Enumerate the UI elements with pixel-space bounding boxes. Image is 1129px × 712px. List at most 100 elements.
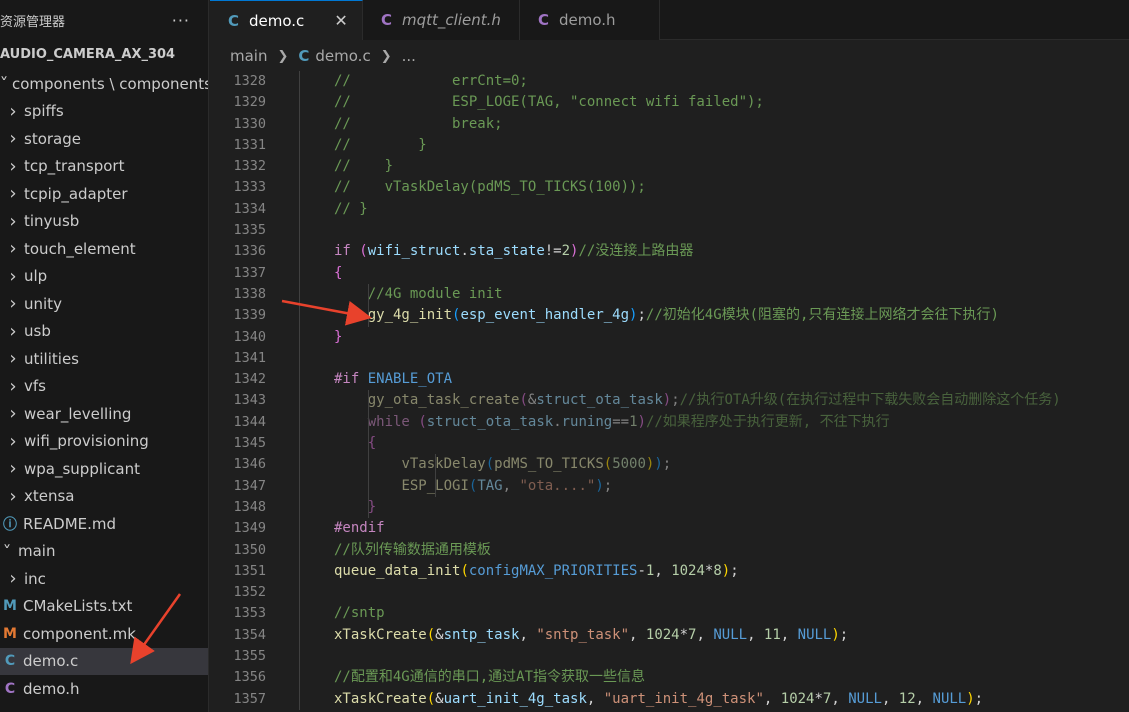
code-line[interactable]: 1354 xTaskCreate(&sntp_task, "sntp_task",… bbox=[210, 624, 1129, 647]
tree-folder[interactable]: › wpa_supplicant bbox=[0, 455, 208, 483]
tree-file[interactable]: Mcomponent.mk bbox=[0, 620, 208, 648]
code-editor[interactable]: 1328 // errCnt=0; 1329 // ESP_LOGE(TAG, "co… bbox=[210, 71, 1129, 712]
code-token: //sntp bbox=[334, 605, 385, 622]
code-line[interactable]: 1329 // ESP_LOGE(TAG, "connect wifi faile… bbox=[210, 92, 1129, 114]
code-line[interactable]: 1340} bbox=[210, 326, 1129, 348]
tree-folder[interactable]: › tinyusb bbox=[0, 208, 208, 236]
code-line[interactable]: 1338 //4G module init bbox=[210, 283, 1129, 306]
chevron-right-icon[interactable]: › bbox=[6, 183, 20, 204]
editor-tab[interactable]: Cmqtt_client.h bbox=[363, 0, 520, 40]
chevron-right-icon[interactable]: › bbox=[6, 403, 20, 424]
line-number: 1356 bbox=[233, 669, 266, 686]
close-icon[interactable]: ✕ bbox=[334, 11, 347, 30]
chevron-down-icon[interactable]: ˅ bbox=[0, 74, 8, 93]
line-number: 1353 bbox=[233, 605, 266, 622]
chevron-right-icon[interactable]: › bbox=[6, 238, 20, 259]
tree-file[interactable] bbox=[0, 703, 208, 712]
chevron-right-icon[interactable]: › bbox=[6, 458, 20, 479]
code-line[interactable]: 1335 bbox=[210, 220, 1129, 242]
code-line[interactable]: 1355 bbox=[210, 646, 1129, 668]
code-line[interactable]: 1345 { bbox=[210, 433, 1129, 455]
tree-folder[interactable]: › tcpip_adapter bbox=[0, 180, 208, 208]
code-token: ; bbox=[603, 477, 613, 494]
code-text: if (wifi_struct.sta_state!=2)//没连接上路由器 bbox=[266, 241, 693, 262]
code-line[interactable]: 1348 } bbox=[210, 496, 1129, 519]
chevron-right-icon[interactable]: › bbox=[6, 321, 20, 342]
code-line[interactable]: 1347 ESP_LOGI(TAG, "ota...."); bbox=[210, 475, 1129, 497]
code-line[interactable]: 1353 //sntp bbox=[210, 603, 1129, 625]
code-line[interactable]: 1339 gy_4g_init(esp_event_handler_4g);//… bbox=[210, 305, 1129, 327]
chevron-right-icon[interactable]: › bbox=[6, 101, 20, 122]
tree-folder[interactable]: › spiffs bbox=[0, 98, 208, 126]
chevron-right-icon[interactable]: › bbox=[6, 128, 20, 149]
code-line[interactable]: 1342 #if ENABLE_OTA bbox=[210, 369, 1129, 391]
code-token: , bbox=[780, 626, 798, 643]
breadcrumb-symbol[interactable]: ... bbox=[402, 47, 416, 65]
chevron-right-icon[interactable]: › bbox=[6, 486, 20, 507]
code-line[interactable]: 1343 gy_ota_task_create(&struct_ota_task… bbox=[210, 390, 1129, 412]
tree-folder[interactable]: › xtensa bbox=[0, 483, 208, 511]
tree-folder[interactable]: › unity bbox=[0, 290, 208, 318]
editor-tab[interactable]: Cdemo.c ✕ bbox=[210, 0, 363, 40]
indent-guide bbox=[367, 305, 369, 327]
code-line[interactable]: 1341 bbox=[210, 347, 1129, 370]
tree-folder[interactable]: › touch_element bbox=[0, 235, 208, 263]
code-line[interactable]: 1330 // break; bbox=[210, 113, 1129, 135]
code-line[interactable]: 1352 bbox=[210, 582, 1129, 604]
tree-folder[interactable]: › tcp_transport bbox=[0, 153, 208, 181]
chevron-right-icon[interactable]: › bbox=[6, 293, 20, 314]
code-line[interactable]: 1333 // vTaskDelay(pdMS_TO_TICKS(100)); bbox=[210, 177, 1129, 199]
chevron-right-icon[interactable]: › bbox=[6, 266, 20, 287]
tree-folder[interactable]: › usb bbox=[0, 318, 208, 346]
tree-folder[interactable]: › inc bbox=[0, 565, 208, 593]
code-line[interactable]: 1350 //队列传输数据通用模板 bbox=[210, 539, 1129, 561]
chevron-right-icon[interactable]: › bbox=[6, 156, 20, 177]
code-line[interactable]: 1331 // } bbox=[210, 134, 1129, 157]
chevron-right-icon[interactable]: › bbox=[6, 568, 20, 589]
chevron-right-icon[interactable]: › bbox=[6, 211, 20, 232]
tree-file[interactable]: Cdemo.c bbox=[0, 647, 208, 675]
code-line[interactable]: 1346 vTaskDelay(pdMS_TO_TICKS(5000)); bbox=[210, 454, 1129, 476]
tree-folder[interactable]: ˅ components \ components bbox=[0, 70, 208, 98]
tree-folder[interactable]: › storage bbox=[0, 125, 208, 153]
code-token: , bbox=[586, 690, 604, 707]
indent-guide bbox=[299, 433, 300, 455]
tree-folder[interactable]: › ulp bbox=[0, 263, 208, 291]
code-line[interactable]: 1344 while (struct_ota_task.runing==1)//… bbox=[210, 411, 1129, 434]
line-number: 1357 bbox=[233, 690, 266, 707]
code-text: // errCnt=0; bbox=[266, 71, 528, 92]
editor-tab[interactable]: Cdemo.h bbox=[520, 0, 660, 40]
code-token: NULL bbox=[932, 690, 967, 707]
code-line[interactable]: 1351 queue_data_init(configMAX_PRIORITIES… bbox=[210, 560, 1129, 583]
line-number: 1334 bbox=[233, 200, 266, 217]
indent-guide bbox=[299, 646, 300, 668]
code-line[interactable]: 1349 #endif bbox=[210, 518, 1129, 540]
code-line[interactable]: 1336 if (wifi_struct.sta_state!=2)//没连接上路… bbox=[210, 241, 1129, 263]
breadcrumb-folder[interactable]: main bbox=[230, 47, 267, 65]
tree-folder[interactable]: › utilities bbox=[0, 345, 208, 373]
tree-folder[interactable]: › wifi_provisioning bbox=[0, 428, 208, 456]
chevron-right-icon[interactable]: › bbox=[6, 348, 20, 369]
more-actions-icon[interactable]: ··· bbox=[172, 11, 190, 30]
code-line[interactable]: 1328 // errCnt=0; bbox=[210, 71, 1129, 93]
code-line[interactable]: 1357 xTaskCreate(&uart_init_4g_task, "uar… bbox=[210, 688, 1129, 710]
chevron-right-icon[interactable]: › bbox=[6, 431, 20, 452]
tree-folder[interactable]: › wear_levelling bbox=[0, 400, 208, 428]
tree-file[interactable]: M CMakeLists.txt bbox=[0, 593, 208, 621]
chevron-down-icon[interactable]: ˅ bbox=[0, 542, 15, 561]
tree-file[interactable]: Cdemo.h bbox=[0, 675, 208, 703]
code-line[interactable]: 1332 // } bbox=[210, 156, 1129, 178]
breadcrumb-file[interactable]: demo.c bbox=[315, 47, 370, 65]
code-line[interactable]: 1334 // } bbox=[210, 198, 1129, 221]
tree-file[interactable]: ⓘ README.md bbox=[0, 510, 208, 538]
tree-folder[interactable]: ˅ main bbox=[0, 538, 208, 566]
tree-item-label: main bbox=[18, 542, 56, 561]
code-token: & bbox=[435, 690, 444, 707]
code-line[interactable]: 1337 { bbox=[210, 262, 1129, 284]
code-text: xTaskCreate(&sntp_task, "sntp_task", 102… bbox=[266, 625, 848, 646]
chevron-right-icon[interactable]: › bbox=[6, 376, 20, 397]
tree-folder[interactable]: › vfs bbox=[0, 373, 208, 401]
code-line[interactable]: 1356 //配置和4G通信的串口,通过AT指令获取一些信息 bbox=[210, 667, 1129, 689]
project-root[interactable]: AUDIO_CAMERA_AX_304 bbox=[0, 40, 208, 70]
